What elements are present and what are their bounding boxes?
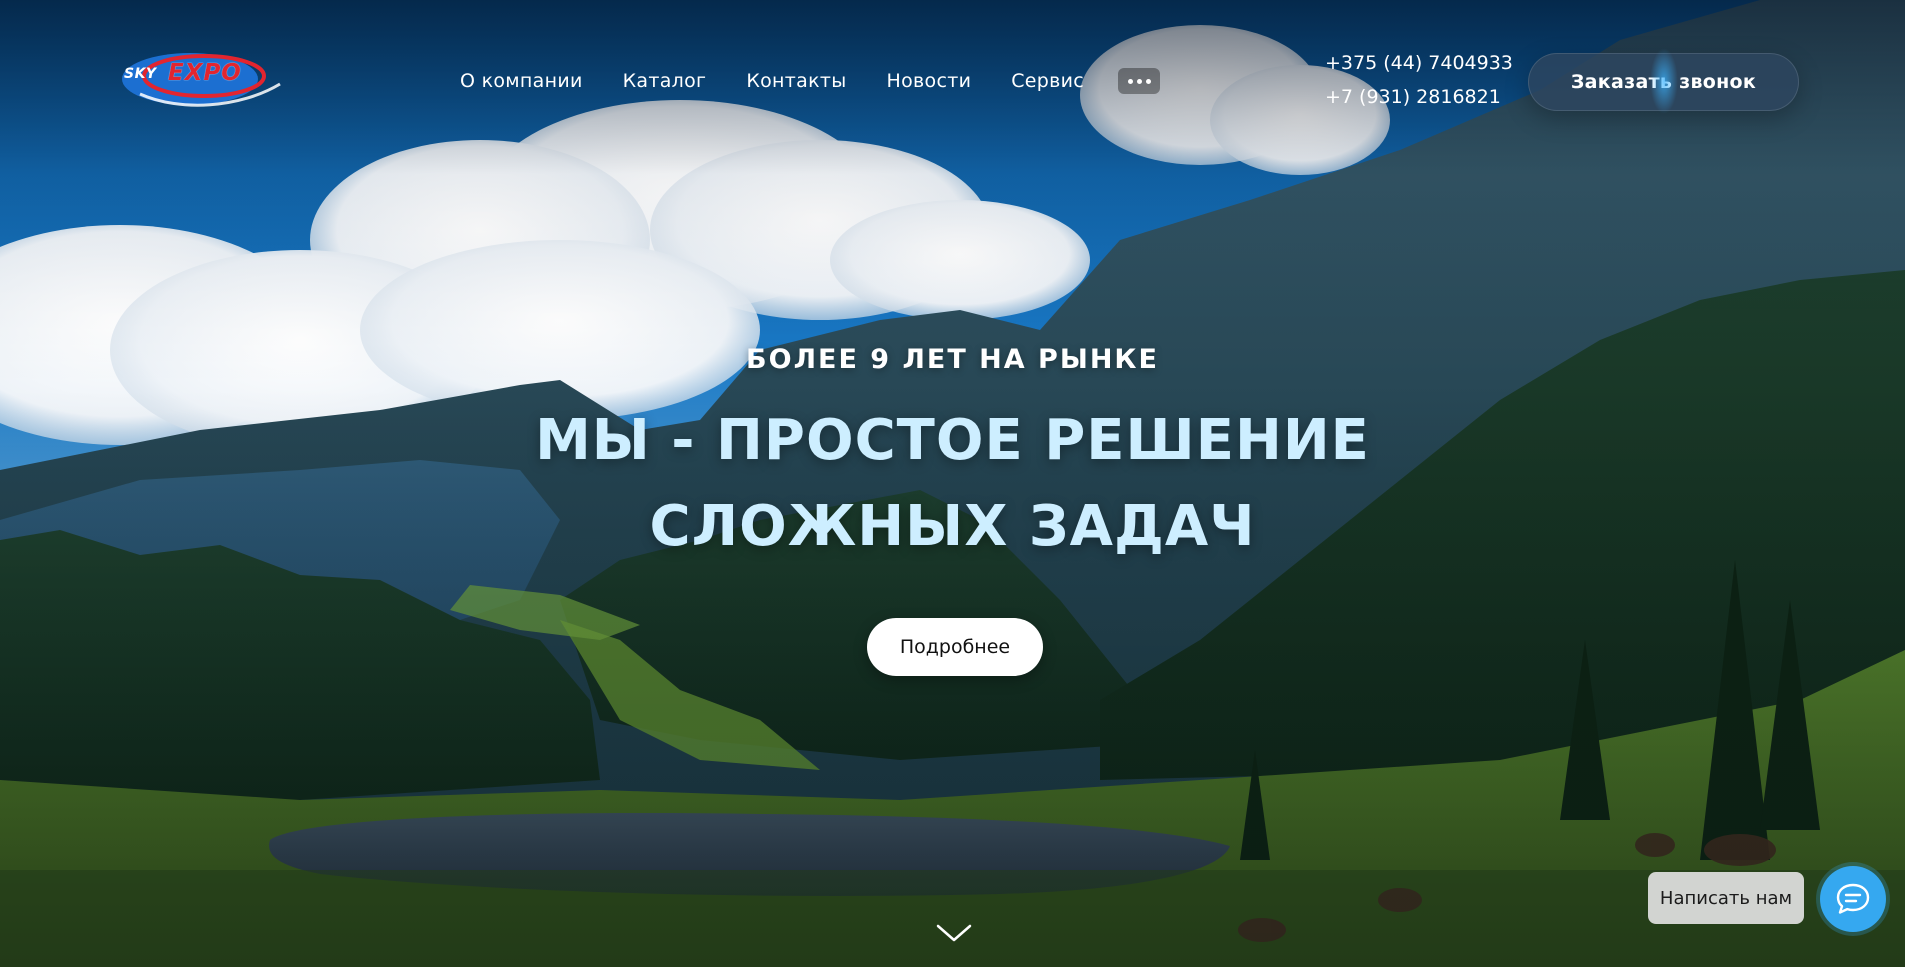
phone-list: +375 (44) 7404933 +7 (931) 2816821: [1325, 52, 1513, 108]
nav-link-contacts[interactable]: Контакты: [746, 70, 846, 92]
hero-title-line-1: МЫ - ПРОСТОЕ РЕШЕНИЕ: [535, 408, 1370, 473]
more-details-button[interactable]: Подробнее: [867, 618, 1043, 676]
chevron-down-icon[interactable]: [935, 920, 973, 946]
chat-bubble-icon: [1836, 883, 1870, 914]
nav-link-catalog[interactable]: Каталог: [623, 70, 707, 92]
logo-word-sky: SKY: [124, 66, 157, 82]
hero-section: SKY EXPO О компании Каталог Контакты Нов…: [0, 0, 1905, 967]
request-call-button[interactable]: Заказать звонок: [1528, 48, 1799, 114]
hero-title-line-2: СЛОЖНЫХ ЗАДАЧ: [649, 494, 1256, 559]
ellipsis-icon[interactable]: [1118, 68, 1161, 94]
site-header: SKY EXPO О компании Каталог Контакты Нов…: [0, 0, 1905, 160]
logo[interactable]: SKY EXPO: [120, 46, 292, 112]
logo-word-expo: EXPO: [168, 60, 242, 86]
chat-label[interactable]: Написать нам: [1648, 872, 1804, 924]
nav-link-about[interactable]: О компании: [460, 70, 583, 92]
main-nav: О компании Каталог Контакты Новости Серв…: [460, 68, 1161, 94]
chat-button[interactable]: [1820, 866, 1886, 932]
nav-link-service[interactable]: Сервис: [1011, 70, 1084, 92]
phone-link-2[interactable]: +7 (931) 2816821: [1325, 86, 1513, 108]
hero-eyebrow: БОЛЕЕ 9 ЛЕТ НА РЫНКЕ: [746, 344, 1159, 375]
phone-link-1[interactable]: +375 (44) 7404933: [1325, 52, 1513, 74]
nav-link-news[interactable]: Новости: [887, 70, 972, 92]
